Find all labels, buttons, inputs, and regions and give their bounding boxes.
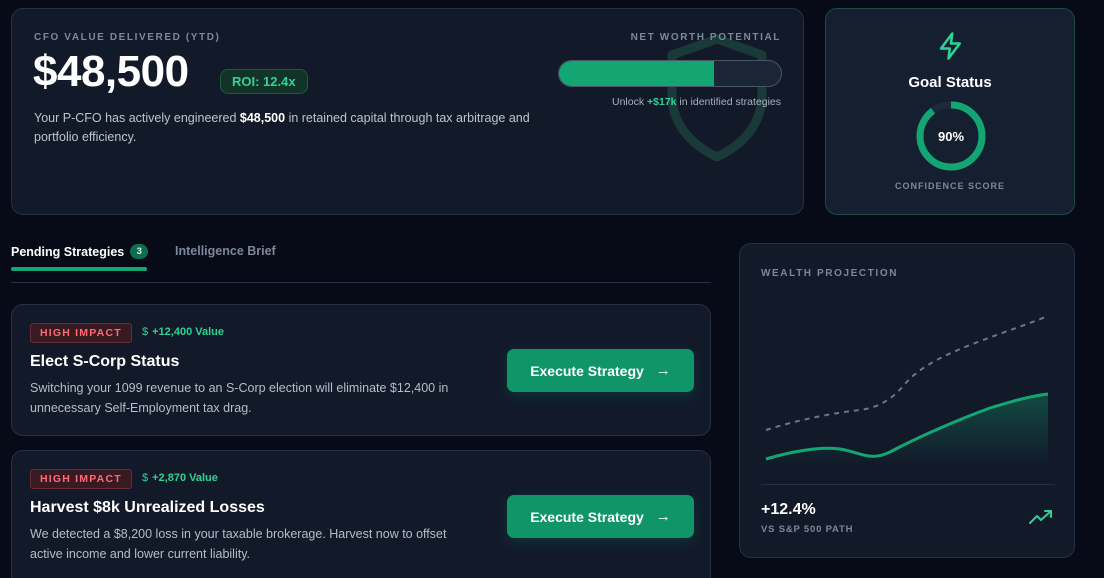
strategy-title: Elect S-Corp Status: [30, 353, 180, 370]
goal-status-card: Goal Status 90% CONFIDENCE SCORE: [825, 8, 1075, 215]
dollar-icon: $: [142, 326, 149, 338]
confidence-percent: 90%: [937, 128, 965, 144]
execute-strategy-button[interactable]: Execute Strategy →: [507, 349, 694, 392]
cfo-value-card: CFO VALUE DELIVERED (YTD) $48,500 ROI: 1…: [11, 8, 804, 215]
arrow-right-icon: →: [655, 508, 671, 525]
strategy-tabs: Pending Strategies 3 Intelligence Brief: [11, 240, 711, 283]
wealth-projection-chart: [765, 315, 1049, 464]
confidence-score-label: CONFIDENCE SCORE: [894, 181, 1005, 191]
net-worth-progress-fill: [559, 61, 715, 86]
dollar-icon: $: [142, 472, 149, 484]
divider: [761, 484, 1055, 485]
strategy-title: Harvest $8k Unrealized Losses: [30, 499, 265, 516]
unlock-amount: +$17k: [647, 96, 677, 108]
strategy-description: Switching your 1099 revenue to an S-Corp…: [30, 381, 449, 415]
execute-strategy-label: Execute Strategy: [530, 362, 644, 379]
retained-capital-amount: $48,500: [239, 111, 286, 125]
active-tab-indicator: [11, 267, 147, 271]
strategy-card: HIGH IMPACT $ +12,400 Value Elect S-Corp …: [11, 304, 711, 436]
roi-badge: ROI: 12.4x: [220, 69, 308, 94]
wealth-projection-card: WEALTH PROJECTION +12.4% VS S&P 500 PATH: [739, 243, 1075, 558]
strategy-description: We detected a $8,200 loss in your taxabl…: [30, 527, 447, 561]
impact-badge: HIGH IMPACT: [30, 323, 132, 343]
strategy-value: $ +12,400 Value: [142, 326, 224, 338]
cfo-value-description: Your P-CFO has actively engineered $48,5…: [34, 111, 530, 144]
net-worth-progress-bar: [558, 60, 782, 87]
wealth-projection-label: WEALTH PROJECTION: [761, 268, 899, 279]
pending-count-badge: 3: [130, 244, 149, 259]
goal-status-title: Goal Status: [908, 74, 992, 91]
unlock-caption: Unlock +$17k in identified strategies: [612, 96, 781, 108]
tab-pending-strategies[interactable]: Pending Strategies 3: [11, 244, 149, 259]
strategy-card: HIGH IMPACT $ +2,870 Value Harvest $8k Un…: [11, 450, 711, 578]
impact-badge: HIGH IMPACT: [30, 469, 132, 489]
cfo-value-label: CFO VALUE DELIVERED (YTD): [34, 32, 221, 43]
projection-delta: +12.4%: [761, 501, 816, 518]
lightning-icon: [939, 32, 961, 60]
tab-intelligence-brief[interactable]: Intelligence Brief: [175, 244, 276, 258]
tab-pending-label: Pending Strategies: [11, 244, 125, 259]
projection-benchmark-label: VS S&P 500 PATH: [761, 524, 854, 535]
trending-up-icon: [1029, 510, 1052, 524]
cfo-value-amount: $48,500: [33, 47, 189, 96]
execute-strategy-label: Execute Strategy: [530, 508, 644, 525]
arrow-right-icon: →: [655, 362, 671, 379]
net-worth-potential-label: NET WORTH POTENTIAL: [630, 32, 781, 43]
execute-strategy-button[interactable]: Execute Strategy →: [507, 495, 694, 538]
strategy-value: $ +2,870 Value: [142, 472, 218, 484]
